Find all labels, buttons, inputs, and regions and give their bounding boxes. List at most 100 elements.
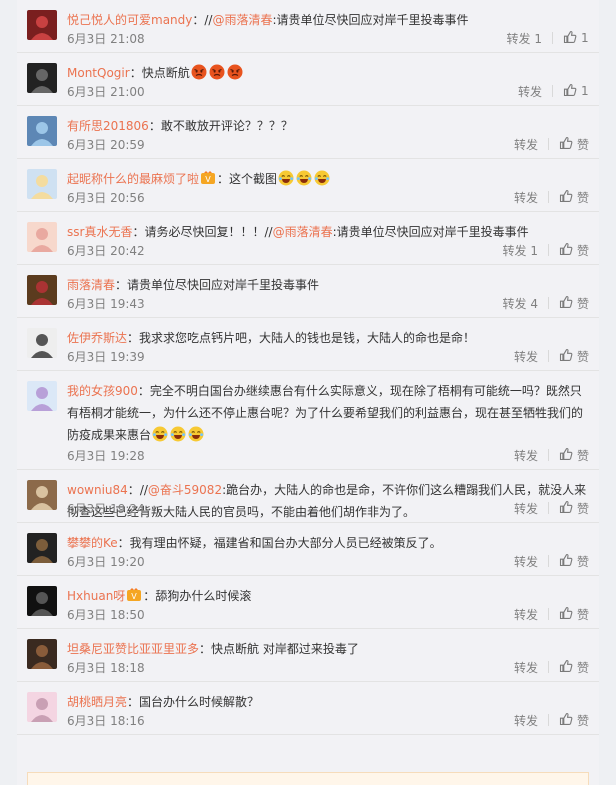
thumbs-up-icon [563, 30, 581, 47]
comment-username[interactable]: 佐伊乔斯达 [67, 331, 127, 345]
comment-text: 我的女孩900：完全不明白国台办继续惠台有什么实际意义，现在除了梧桐有可能统一吗… [67, 380, 589, 446]
comment-username[interactable]: ssr真水无香 [67, 225, 132, 239]
like-button[interactable]: 赞 [559, 189, 589, 206]
repost-button[interactable]: 转发 [518, 83, 542, 100]
like-count: 赞 [576, 660, 589, 675]
like-button[interactable]: 1 [563, 30, 589, 47]
avatar[interactable] [27, 328, 57, 358]
like-button[interactable]: 赞 [559, 348, 589, 365]
repost-button[interactable]: 转发 1 [503, 242, 538, 259]
avatar[interactable] [27, 63, 57, 93]
like-count: 赞 [576, 607, 589, 622]
colon-separator: ： [199, 642, 212, 656]
like-count: 赞 [576, 554, 589, 569]
member-badge-icon [125, 589, 143, 603]
repost-button[interactable]: 转发 [514, 553, 538, 570]
comment-username[interactable]: 有所思201806 [67, 119, 149, 133]
repost-button[interactable]: 转发 [514, 712, 538, 729]
action-divider [547, 297, 549, 309]
repost-button[interactable]: 转发 [514, 189, 538, 206]
comment-body-text: :请贵单位尽快回应对岸千里投毒事件 [272, 13, 469, 27]
avatar[interactable] [27, 692, 57, 722]
comment-text: 佐伊乔斯达：我求求您吃点钙片吧，大陆人的钱也是钱，大陆人的命也是命！ [67, 327, 589, 349]
comment-username[interactable]: 悦己悦人的可爱mandy [67, 13, 192, 27]
like-count: 赞 [576, 137, 589, 152]
like-button[interactable]: 赞 [559, 606, 589, 623]
mention-link[interactable]: @奋斗59082 [148, 483, 222, 497]
angry-emoji-icon [190, 66, 208, 80]
comment-item: ssr真水无香：请务必尽快回复！！！//@雨落清春:请贵单位尽快回应对岸千里投毒… [17, 212, 599, 265]
avatar[interactable] [27, 10, 57, 40]
comment-username[interactable]: Hxhuan呀 [67, 589, 125, 603]
colon-separator: ： [117, 536, 130, 550]
comment-username[interactable]: 我的女孩900 [67, 384, 138, 398]
repost-button[interactable]: 转发 [514, 500, 538, 517]
comment-item: MontQogir：快点断航 6月3日 21:00 转发 1 [17, 53, 599, 106]
like-button[interactable]: 赞 [559, 659, 589, 676]
mention-link[interactable]: @雨落清春 [212, 13, 272, 27]
comment-username[interactable]: 雨落清春 [67, 278, 115, 292]
avatar[interactable] [27, 116, 57, 146]
comment-body-text: 国台办什么时候解散？ [139, 695, 260, 709]
comment-timestamp: 6月3日 19:20 [67, 554, 145, 569]
repost-button[interactable]: 转发 [514, 348, 538, 365]
avatar[interactable] [27, 533, 57, 563]
repost-button[interactable]: 转发 [514, 659, 538, 676]
comment-username[interactable]: 坦桑尼亚赞比亚亚里亚多 [67, 642, 199, 656]
comment-username[interactable]: 起昵称什么的最麻烦了啦 [67, 172, 199, 186]
colon-separator: ： [192, 13, 205, 27]
thumbs-up-icon [559, 348, 577, 365]
comment-username[interactable]: 胡桃晒月亮 [67, 695, 127, 709]
comment-timestamp: 6月3日 20:56 [67, 190, 145, 205]
repost-button[interactable]: 转发 4 [503, 295, 538, 312]
comment-item: Hxhuan呀 ：舔狗办什么时候滚 6月3日 18:50 转发 赞 [17, 576, 599, 629]
like-button[interactable]: 赞 [559, 447, 589, 464]
avatar[interactable] [27, 169, 57, 199]
like-count: 赞 [576, 296, 589, 311]
action-divider [547, 191, 549, 203]
comment-body-text: // [139, 483, 148, 497]
thumbs-up-icon [559, 712, 577, 729]
like-count: 赞 [576, 243, 589, 258]
comment-body-text: 请务必尽快回复！！！// [144, 225, 273, 239]
colon-separator: ： [129, 66, 142, 80]
comment-text: MontQogir：快点断航 [67, 62, 589, 84]
comment-username[interactable]: wowniu84 [67, 483, 128, 497]
like-button[interactable]: 赞 [559, 500, 589, 517]
avatar[interactable] [27, 639, 57, 669]
like-count: 1 [581, 31, 589, 45]
repost-button[interactable]: 转发 [514, 136, 538, 153]
like-count: 赞 [576, 190, 589, 205]
comment-username[interactable]: MontQogir [67, 66, 130, 80]
like-button[interactable]: 赞 [559, 242, 589, 259]
comment-text: 胡桃晒月亮：国台办什么时候解散？ [67, 691, 589, 713]
member-badge-icon [199, 172, 217, 186]
like-button[interactable]: 赞 [559, 295, 589, 312]
colon-separator: ： [137, 384, 150, 398]
repost-button[interactable]: 转发 [514, 606, 538, 623]
like-button[interactable]: 1 [563, 83, 589, 100]
thumbs-up-icon [559, 295, 577, 312]
avatar[interactable] [27, 381, 57, 411]
avatar[interactable] [27, 480, 57, 510]
comment-timestamp: 6月3日 21:08 [67, 31, 145, 46]
comment-text: Hxhuan呀 ：舔狗办什么时候滚 [67, 585, 589, 607]
thumbs-up-icon [559, 659, 577, 676]
comment-timestamp: 6月3日 19:24 [67, 501, 145, 516]
mention-link[interactable]: @雨落清春 [273, 225, 333, 239]
colon-separator: ： [132, 225, 145, 239]
like-button[interactable]: 赞 [559, 136, 589, 153]
comment-item: 攀攀的Ke：我有理由怀疑，福建省和国台办大部分人员已经被策反了。 6月3日 19:… [17, 523, 599, 576]
like-button[interactable]: 赞 [559, 553, 589, 570]
laugh-cry-emoji-icon [187, 428, 205, 442]
thumbs-up-icon [559, 447, 577, 464]
avatar[interactable] [27, 222, 57, 252]
avatar[interactable] [27, 586, 57, 616]
repost-button[interactable]: 转发 1 [507, 30, 542, 47]
comment-text: 有所思201806：敢不敢放开评论？？？？ [67, 115, 589, 137]
angry-emoji-icon [226, 66, 244, 80]
comment-username[interactable]: 攀攀的Ke [67, 536, 118, 550]
avatar[interactable] [27, 275, 57, 305]
like-button[interactable]: 赞 [559, 712, 589, 729]
repost-button[interactable]: 转发 [514, 447, 538, 464]
